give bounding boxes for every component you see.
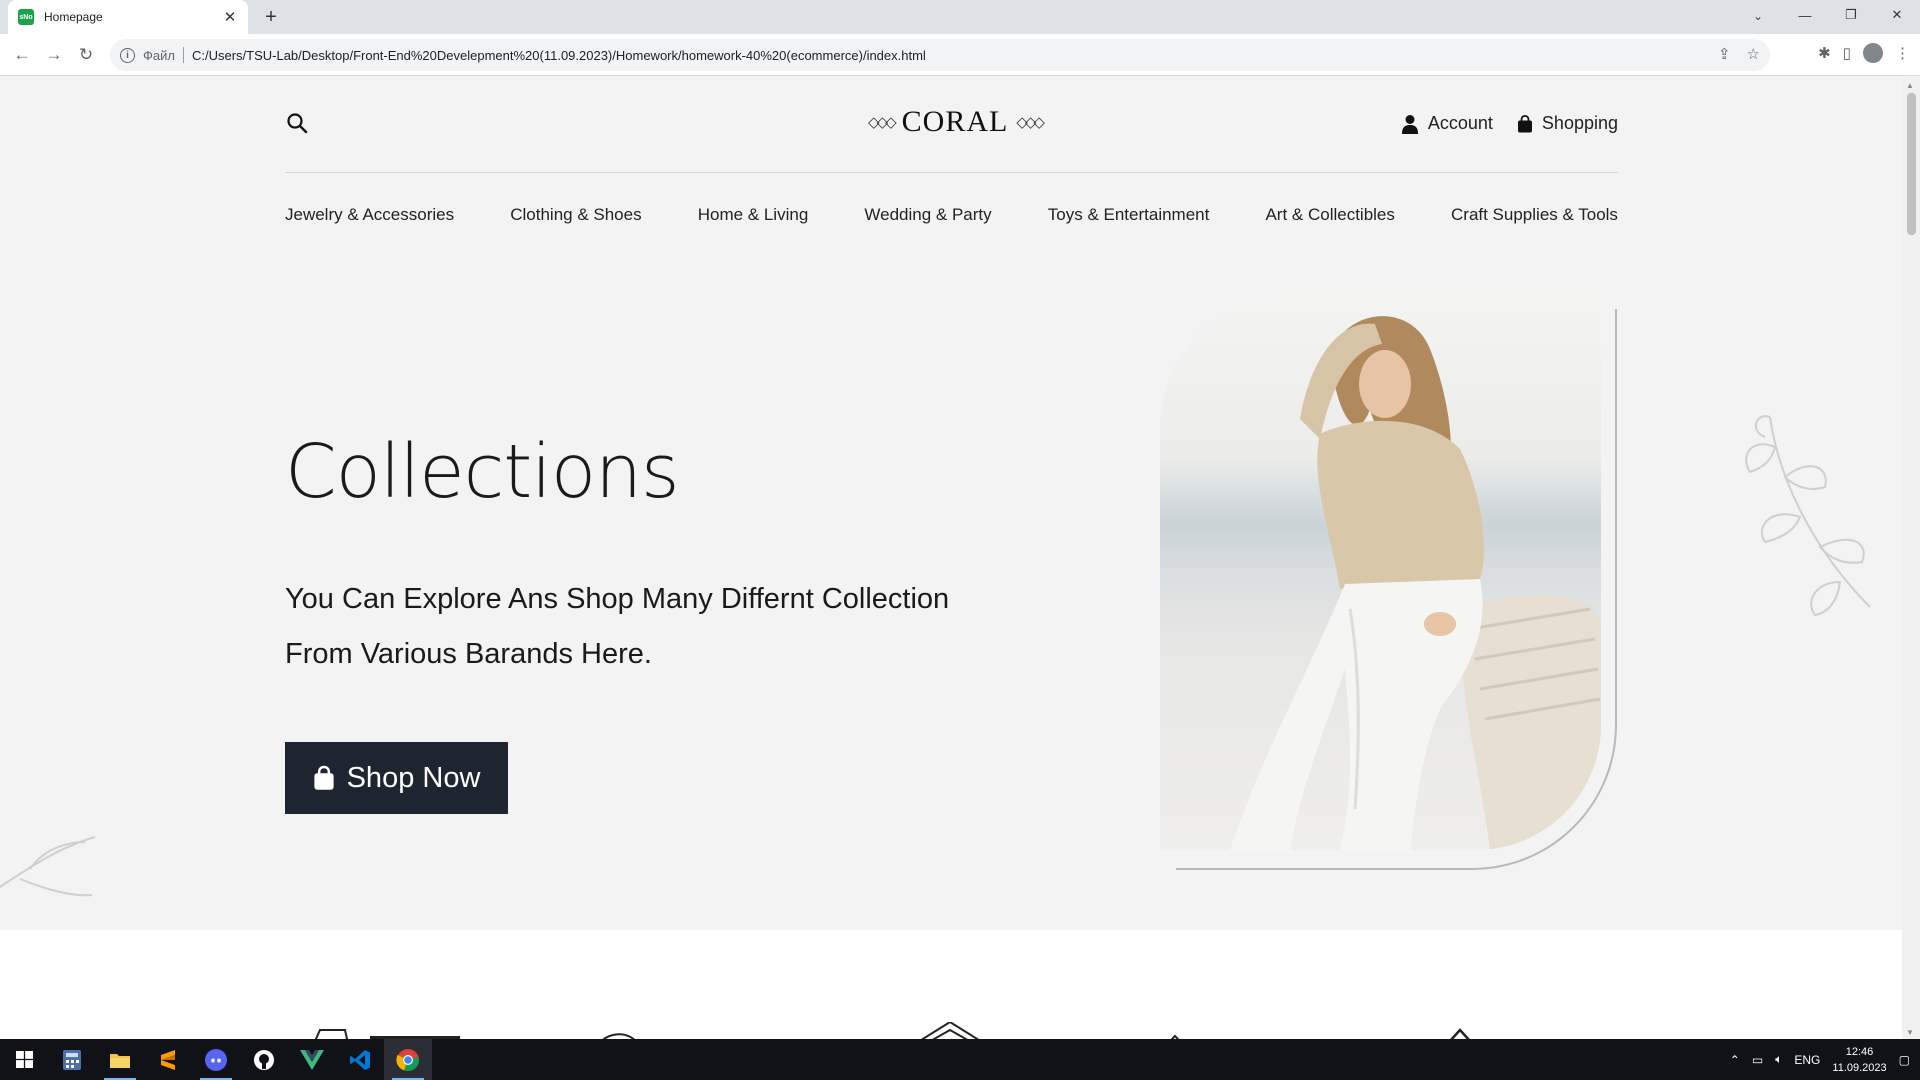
shop-now-label: Shop Now (346, 761, 481, 794)
extension-area: ✱ ▯ ⋮ (1818, 43, 1910, 63)
scroll-up-icon[interactable]: ▲ (1906, 81, 1914, 90)
shopping-label: Shopping (1541, 113, 1618, 133)
search-icon[interactable] (285, 111, 309, 135)
tray-overflow-icon[interactable]: ⌃ (1730, 1053, 1740, 1067)
close-window-icon[interactable]: ✕ (1874, 0, 1920, 30)
vscode-icon[interactable] (336, 1039, 384, 1080)
logo-diamond-left-icon: ◇◇◇ (868, 114, 897, 131)
system-tray: ⌃ ▭ 🔈︎ ENG 12:46 11.09.2023 ▢ (1730, 1039, 1920, 1080)
browser-tab-strip: sNo Homepage ✕ + ⌄ — ❐ ✕ (0, 0, 1920, 34)
site-header: ◇◇◇ CORAL ◇◇◇ Account Shopping (285, 77, 1618, 173)
file-explorer-icon[interactable] (96, 1039, 144, 1080)
window-controls: — ❐ ✕ (1782, 0, 1920, 30)
brand-graphic-logo-icon (314, 1029, 349, 1039)
extensions-icon[interactable]: ✱ (1818, 44, 1831, 62)
site-info-icon[interactable]: i (120, 47, 135, 63)
side-panel-icon[interactable]: ▯ (1843, 44, 1851, 62)
address-bar[interactable]: i Файл C:/Users/TSU-Lab/Desktop/Front-En… (110, 39, 1770, 71)
brand-logos-strip (314, 1022, 1470, 1039)
shopping-bag-icon (313, 765, 334, 790)
network-icon[interactable]: ▭ (1752, 1053, 1763, 1067)
page-scrollbar[interactable]: ▲ ▼ (1902, 77, 1920, 1039)
nav-home-living[interactable]: Home & Living (698, 205, 809, 225)
github-icon[interactable] (240, 1039, 288, 1080)
windows-taskbar: ⌃ ▭ 🔈︎ ENG 12:46 11.09.2023 ▢ (0, 1039, 1920, 1080)
clock-date: 11.09.2023 (1832, 1061, 1887, 1074)
shopping-bag-icon (1517, 114, 1532, 132)
site-favicon-icon: sNo (18, 9, 34, 25)
share-icon[interactable]: ⇪ (1718, 45, 1731, 63)
system-clock[interactable]: 12:46 11.09.2023 (1832, 1044, 1886, 1076)
back-icon[interactable]: ← (10, 43, 34, 67)
hero-model-image (1160, 289, 1601, 850)
discord-icon[interactable] (192, 1039, 240, 1080)
browser-toolbar: ← → ↻ i Файл C:/Users/TSU-Lab/Desktop/Fr… (0, 34, 1920, 76)
shop-now-button[interactable]: Shop Now (285, 742, 508, 814)
notifications-icon[interactable]: ▢ (1899, 1053, 1910, 1067)
leaf-decoration-icon (1745, 415, 1871, 617)
nav-wedding-party[interactable]: Wedding & Party (864, 205, 991, 225)
leaf-decoration-icon (0, 836, 96, 897)
shopping-link[interactable]: Shopping (1517, 113, 1618, 134)
reload-icon[interactable]: ↻ (74, 43, 98, 67)
chrome-icon[interactable] (384, 1039, 432, 1080)
logo-text: CORAL (901, 105, 1009, 138)
tab-title: Homepage (44, 10, 103, 24)
forward-icon[interactable]: → (42, 43, 66, 67)
brand-diamond-logo-icon (1450, 1028, 1470, 1039)
scheme-label: Файл (143, 47, 175, 63)
tab-close-icon[interactable]: ✕ (222, 8, 238, 26)
account-label: Account (1427, 113, 1493, 133)
header-actions: Account Shopping (1401, 113, 1618, 134)
calculator-icon[interactable] (48, 1039, 96, 1080)
tab-search-icon[interactable]: ⌄ (1744, 4, 1772, 28)
minimize-icon[interactable]: — (1782, 0, 1828, 30)
nav-toys-entertainment[interactable]: Toys & Entertainment (1048, 205, 1210, 225)
windows-start-icon[interactable] (0, 1039, 48, 1080)
new-tab-icon[interactable]: + (258, 4, 284, 30)
browser-tab[interactable]: sNo Homepage ✕ (8, 0, 248, 34)
menu-kebab-icon[interactable]: ⋮ (1895, 44, 1910, 62)
category-nav: Jewelry & Accessories Clothing & Shoes H… (285, 205, 1618, 225)
language-indicator[interactable]: ENG (1794, 1053, 1820, 1067)
scrollbar-thumb[interactable] (1907, 93, 1916, 235)
restore-icon[interactable]: ❐ (1828, 0, 1874, 30)
omnibox-actions: ⇪ ☆ (1718, 45, 1760, 63)
account-link[interactable]: Account (1401, 113, 1493, 134)
volume-icon[interactable]: 🔈︎ (1775, 1052, 1782, 1067)
scroll-down-icon[interactable]: ▼ (1906, 1028, 1914, 1037)
hero-title: Collections (285, 429, 680, 515)
sublime-text-icon[interactable] (144, 1039, 192, 1080)
clock-time: 12:46 (1845, 1045, 1874, 1058)
nav-art-collectibles[interactable]: Art & Collectibles (1265, 205, 1394, 225)
nav-jewelry-accessories[interactable]: Jewelry & Accessories (285, 205, 454, 225)
page-viewport: ◇◇◇ CORAL ◇◇◇ Account Shopping Jewelry &… (0, 77, 1902, 1039)
address-divider (182, 47, 184, 63)
user-icon (1401, 114, 1418, 134)
url-text[interactable]: C:/Users/TSU-Lab/Desktop/Front-End%20Dev… (192, 48, 926, 63)
bookmark-star-icon[interactable]: ☆ (1747, 45, 1760, 63)
brands-section (0, 930, 1902, 1039)
vue-icon[interactable] (288, 1039, 336, 1080)
nav-clothing-shoes[interactable]: Clothing & Shoes (510, 205, 641, 225)
hero-subtitle: You Can Explore Ans Shop Many Differnt C… (285, 583, 950, 670)
nav-craft-supplies-tools[interactable]: Craft Supplies & Tools (1451, 205, 1618, 225)
site-logo[interactable]: ◇◇◇ CORAL ◇◇◇ (795, 105, 1115, 139)
logo-diamond-right-icon: ◇◇◇ (1016, 114, 1045, 131)
profile-avatar-icon[interactable] (1863, 43, 1883, 63)
